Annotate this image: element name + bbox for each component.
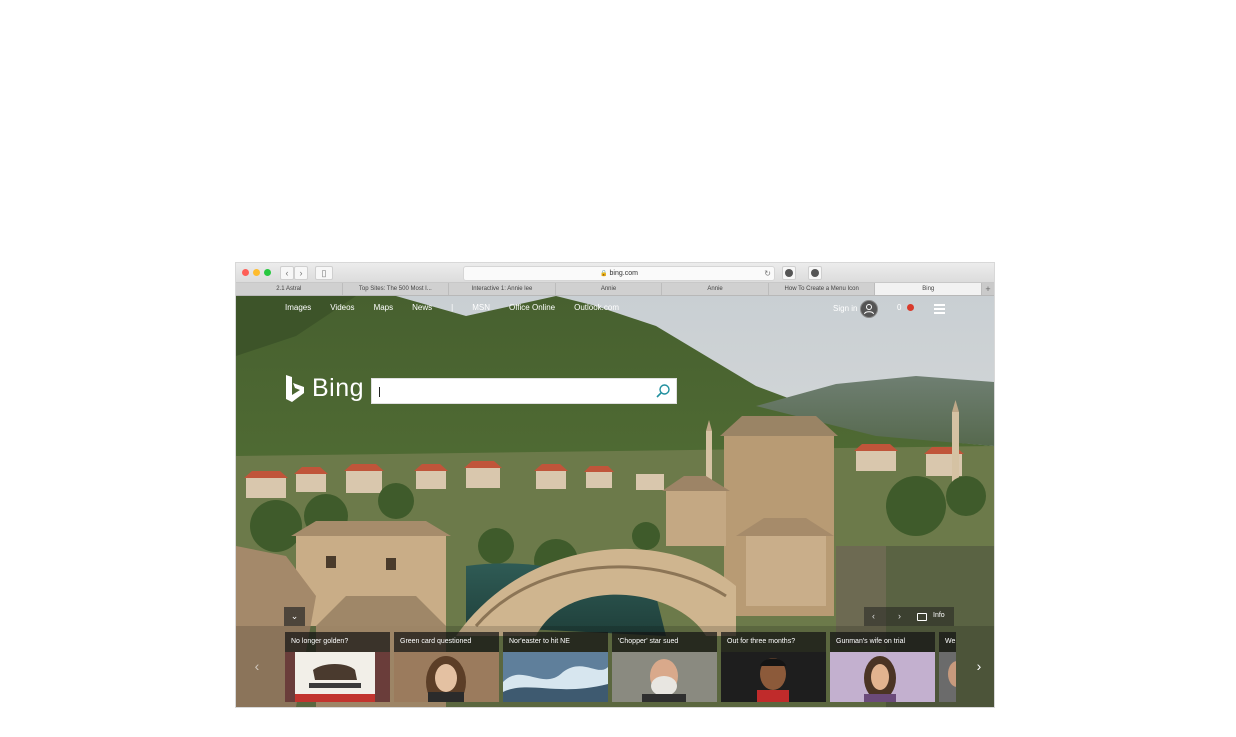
- news-card-title[interactable]: Out for three months?: [721, 632, 826, 652]
- extension-icon: [811, 269, 819, 277]
- nav-images-link[interactable]: Images: [285, 303, 311, 312]
- address-text: bing.com: [609, 270, 638, 277]
- news-card[interactable]: We: [939, 632, 956, 707]
- nav-videos-link[interactable]: Videos: [330, 303, 354, 312]
- hamburger-menu-icon[interactable]: [934, 304, 945, 314]
- image-info-link[interactable]: Info: [933, 612, 945, 619]
- nav-maps-link[interactable]: Maps: [374, 303, 394, 312]
- title-bar: ‹ › ▯ 🔒 bing.com ↻: [236, 263, 994, 283]
- collapse-news-button[interactable]: ⌄: [284, 607, 305, 626]
- chevron-left-icon: ‹: [285, 268, 289, 278]
- sidebar-toggle-button[interactable]: ▯: [315, 266, 333, 280]
- nav-divider: |: [451, 303, 454, 312]
- woman-portrait-image[interactable]: [394, 652, 499, 702]
- news-carousel-previous-button[interactable]: ‹: [250, 636, 264, 696]
- news-card-title[interactable]: Nor'easter to hit NE: [503, 632, 608, 652]
- tab-bar: 2.1 Astral Top Sites: The 500 Most I... …: [236, 283, 994, 296]
- sign-in-link[interactable]: Sign in: [833, 304, 857, 313]
- crashing-waves-image[interactable]: [503, 652, 608, 702]
- extension-button-2[interactable]: [808, 266, 822, 280]
- athlete-portrait-image[interactable]: [721, 652, 826, 702]
- tab-item[interactable]: Top Sites: The 500 Most I...: [343, 283, 450, 295]
- tab-item[interactable]: Annie: [556, 283, 663, 295]
- news-card-title[interactable]: No longer golden?: [285, 632, 390, 652]
- next-image-button[interactable]: ›: [898, 611, 901, 621]
- previous-image-button[interactable]: ‹: [872, 611, 875, 621]
- nav-office-online-link[interactable]: Office Online: [509, 303, 555, 312]
- chevron-down-icon: ⌄: [290, 611, 299, 621]
- partial-news-image[interactable]: [939, 652, 956, 702]
- minimize-window-button[interactable]: [253, 269, 260, 276]
- news-card-title[interactable]: 'Chopper' star sued: [612, 632, 717, 652]
- news-card[interactable]: No longer golden?: [285, 632, 390, 707]
- reload-icon[interactable]: ↻: [764, 267, 771, 280]
- news-card[interactable]: Nor'easter to hit NE: [503, 632, 608, 707]
- user-avatar-icon[interactable]: [860, 300, 878, 318]
- image-controls: ‹ › Info: [864, 607, 954, 626]
- tab-item[interactable]: How To Create a Menu Icon: [769, 283, 876, 295]
- back-button[interactable]: ‹: [280, 266, 294, 280]
- close-window-button[interactable]: [242, 269, 249, 276]
- rewards-count[interactable]: 0: [897, 303, 901, 312]
- tab-item[interactable]: 2.1 Astral: [236, 283, 343, 295]
- news-carousel: No longer golden? Green card questioned: [285, 632, 956, 707]
- bearded-man-image[interactable]: [612, 652, 717, 702]
- person-icon: [864, 304, 874, 315]
- browser-window: ‹ › ▯ 🔒 bing.com ↻ 2.1 Astral Top Sites: …: [236, 263, 994, 707]
- nav-news-link[interactable]: News: [412, 303, 432, 312]
- sidebar-icon: ▯: [321, 268, 327, 278]
- extension-icon: [785, 269, 793, 277]
- bing-wordmark: Bing: [312, 374, 365, 402]
- news-card[interactable]: Green card questioned: [394, 632, 499, 707]
- tab-item[interactable]: Annie: [662, 283, 769, 295]
- rewards-medal-icon[interactable]: [907, 304, 914, 311]
- zoom-window-button[interactable]: [264, 269, 271, 276]
- forward-button[interactable]: ›: [294, 266, 308, 280]
- nav-outlook-link[interactable]: Outlook.com: [574, 303, 619, 312]
- camera-icon[interactable]: [917, 613, 927, 621]
- text-caret: [379, 387, 380, 397]
- news-card-title[interactable]: Gunman's wife on trial: [830, 632, 935, 652]
- lock-icon: 🔒: [600, 271, 608, 277]
- tab-item-active[interactable]: Bing: [875, 283, 983, 295]
- bing-homepage: Images Videos Maps News | MSN Office Onl…: [236, 296, 994, 707]
- california-flag-image[interactable]: [285, 652, 390, 702]
- news-carousel-next-button[interactable]: ›: [972, 636, 986, 696]
- top-navigation: Images Videos Maps News | MSN Office Onl…: [285, 303, 638, 312]
- tab-item[interactable]: Interactive 1: Annie lee: [449, 283, 556, 295]
- news-card[interactable]: Gunman's wife on trial: [830, 632, 935, 707]
- news-card-title[interactable]: We: [939, 632, 956, 652]
- bing-logo-icon: [286, 375, 304, 402]
- nav-msn-link[interactable]: MSN: [472, 303, 490, 312]
- news-card-title[interactable]: Green card questioned: [394, 632, 499, 652]
- news-card[interactable]: Out for three months?: [721, 632, 826, 707]
- news-card[interactable]: 'Chopper' star sued: [612, 632, 717, 707]
- search-input[interactable]: [371, 378, 677, 404]
- address-bar[interactable]: 🔒 bing.com ↻: [463, 266, 775, 281]
- extension-button[interactable]: [782, 266, 796, 280]
- new-tab-button[interactable]: +: [982, 283, 994, 295]
- chevron-right-icon: ›: [299, 268, 303, 278]
- search-icon[interactable]: [655, 383, 671, 399]
- courtroom-sketch-image[interactable]: [830, 652, 935, 702]
